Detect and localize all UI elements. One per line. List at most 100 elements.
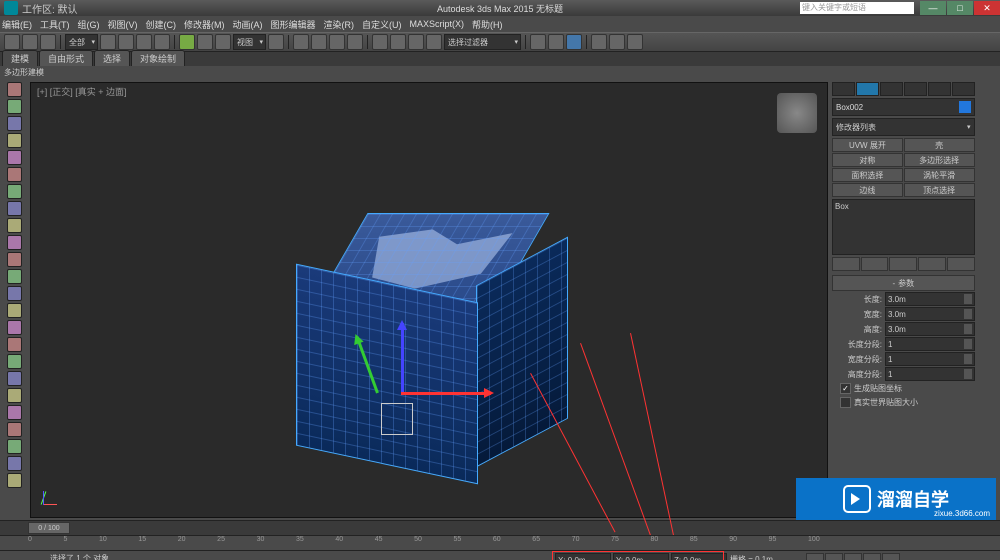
object-color-swatch[interactable] <box>959 101 971 113</box>
coord-y-input[interactable]: Y: 0.0m <box>613 553 669 560</box>
coord-z-input[interactable]: Z: 0.0m <box>671 553 727 560</box>
mod-btn[interactable]: 边线 <box>832 183 903 197</box>
refcoord-dropdown[interactable]: 视图 <box>233 34 266 50</box>
tool-11[interactable] <box>7 252 22 267</box>
gizmo-x-axis[interactable] <box>401 392 491 395</box>
viewport[interactable]: [+] [正交] [真实 + 边面] <box>30 82 828 518</box>
tool-17[interactable] <box>7 354 22 369</box>
link-icon[interactable] <box>40 34 56 50</box>
move-icon[interactable] <box>179 34 195 50</box>
transform-gizmo[interactable] <box>401 393 403 395</box>
utilities-tab[interactable] <box>952 82 975 96</box>
tool-19[interactable] <box>7 388 22 403</box>
render-icon[interactable] <box>627 34 643 50</box>
pin-stack-icon[interactable] <box>832 257 860 271</box>
tool-6[interactable] <box>7 167 22 182</box>
tool-15[interactable] <box>7 320 22 335</box>
tool-9[interactable] <box>7 218 22 233</box>
tool-20[interactable] <box>7 405 22 420</box>
menu-animation[interactable]: 动画(A) <box>233 18 263 31</box>
workspace-label[interactable]: 工作区: 默认 <box>22 1 78 16</box>
pivot-icon[interactable] <box>268 34 284 50</box>
tool-8[interactable] <box>7 201 22 216</box>
menu-views[interactable]: 视图(V) <box>108 18 138 31</box>
tool-21[interactable] <box>7 422 22 437</box>
param-spinner[interactable]: 3.0m <box>885 307 975 321</box>
tool-24[interactable] <box>7 473 22 488</box>
gizmo-z-axis[interactable] <box>401 323 404 393</box>
configure-icon[interactable] <box>947 257 975 271</box>
mod-btn[interactable]: 壳 <box>904 138 975 152</box>
create-tab[interactable] <box>832 82 855 96</box>
real-world-checkbox[interactable]: 真实世界贴图大小 <box>832 396 975 409</box>
tool-14[interactable] <box>7 303 22 318</box>
menu-help[interactable]: 帮助(H) <box>472 18 503 31</box>
tab-selection[interactable]: 选择 <box>94 50 130 66</box>
tool-12[interactable] <box>7 269 22 284</box>
window-crossing-icon[interactable] <box>154 34 170 50</box>
param-spinner[interactable]: 3.0m <box>885 292 975 306</box>
maximize-button[interactable]: □ <box>947 1 973 15</box>
tab-modeling[interactable]: 建模 <box>2 50 38 66</box>
time-slider[interactable]: 0 / 100 <box>0 520 1000 535</box>
tool-3[interactable] <box>7 116 22 131</box>
filter-dropdown[interactable]: 全部 <box>65 34 98 50</box>
next-frame-icon[interactable] <box>863 553 881 560</box>
goto-end-icon[interactable] <box>882 553 900 560</box>
tool-5[interactable] <box>7 150 22 165</box>
unique-icon[interactable] <box>889 257 917 271</box>
close-button[interactable]: ✕ <box>974 1 1000 15</box>
tool-18[interactable] <box>7 371 22 386</box>
menu-edit[interactable]: 编辑(E) <box>2 18 32 31</box>
mirror-icon[interactable] <box>390 34 406 50</box>
scale-icon[interactable] <box>215 34 231 50</box>
menu-tools[interactable]: 工具(T) <box>40 18 70 31</box>
undo-icon[interactable] <box>4 34 20 50</box>
param-spinner[interactable]: 1 <box>885 367 975 381</box>
menu-create[interactable]: 创建(C) <box>146 18 177 31</box>
display-tab[interactable] <box>928 82 951 96</box>
align-icon[interactable] <box>408 34 424 50</box>
snap-icon[interactable] <box>293 34 309 50</box>
mod-btn[interactable]: 涡轮平滑 <box>904 168 975 182</box>
tab-objectpaint[interactable]: 对象绘制 <box>131 50 185 66</box>
tab-freeform[interactable]: 自由形式 <box>39 50 93 66</box>
scene-box-object[interactable] <box>301 213 541 473</box>
menu-graph[interactable]: 图形编辑器 <box>271 18 316 31</box>
modifier-stack[interactable]: Box <box>832 199 975 255</box>
rendered-frame-icon[interactable] <box>609 34 625 50</box>
tool-2[interactable] <box>7 99 22 114</box>
spinner-snap-icon[interactable] <box>347 34 363 50</box>
tool-22[interactable] <box>7 439 22 454</box>
tool-13[interactable] <box>7 286 22 301</box>
schematic-icon[interactable] <box>548 34 564 50</box>
layers-icon[interactable] <box>426 34 442 50</box>
render-setup-icon[interactable] <box>591 34 607 50</box>
remove-mod-icon[interactable] <box>918 257 946 271</box>
selection-set-dropdown[interactable]: 选择过滤器 <box>444 34 521 50</box>
angle-snap-icon[interactable] <box>311 34 327 50</box>
tool-7[interactable] <box>7 184 22 199</box>
object-name-field[interactable]: Box002 <box>832 98 975 116</box>
show-end-icon[interactable] <box>861 257 889 271</box>
mod-btn[interactable]: 面积选择 <box>832 168 903 182</box>
menu-customize[interactable]: 自定义(U) <box>362 18 402 31</box>
time-slider-knob[interactable]: 0 / 100 <box>28 522 70 534</box>
params-rollout-header[interactable]: 参数 <box>832 275 975 291</box>
minimize-button[interactable]: — <box>920 1 946 15</box>
mod-btn[interactable]: UVW 展开 <box>832 138 903 152</box>
mod-btn[interactable]: 多边形选择 <box>904 153 975 167</box>
redo-icon[interactable] <box>22 34 38 50</box>
tool-16[interactable] <box>7 337 22 352</box>
gen-mapping-checkbox[interactable]: 生成贴图坐标 <box>832 382 975 395</box>
menu-modifiers[interactable]: 修改器(M) <box>184 18 225 31</box>
param-spinner[interactable]: 3.0m <box>885 322 975 336</box>
motion-tab[interactable] <box>904 82 927 96</box>
material-editor-icon[interactable] <box>566 34 582 50</box>
rotate-icon[interactable] <box>197 34 213 50</box>
menu-maxscript[interactable]: MAXScript(X) <box>410 19 465 29</box>
track-bar[interactable]: 0510152025303540455055606570758085909510… <box>0 535 1000 550</box>
select-name-icon[interactable] <box>118 34 134 50</box>
param-spinner[interactable]: 1 <box>885 352 975 366</box>
help-search-input[interactable]: 键入关键字或短语 <box>800 2 914 14</box>
